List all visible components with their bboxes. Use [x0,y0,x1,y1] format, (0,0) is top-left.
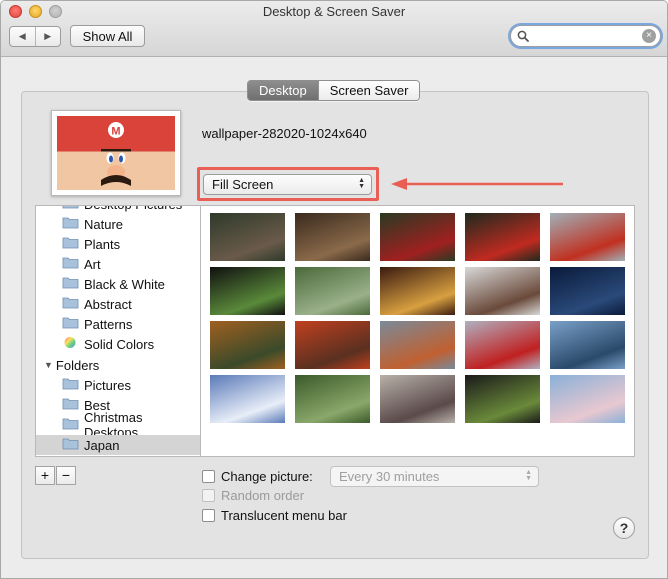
random-order-label: Random order [221,487,305,503]
clear-search-icon[interactable]: × [642,29,656,43]
forward-button[interactable]: ▶ [34,27,61,46]
translucent-menu-bar-label: Translucent menu bar [221,507,347,523]
wallpaper-thumbnail[interactable] [380,267,455,315]
sidebar-item-abstract[interactable]: Abstract [36,294,200,314]
forward-arrow-icon: ▶ [44,31,52,41]
sidebar-item-label: Desktop Pictures [84,206,182,212]
wallpaper-thumbnail[interactable] [550,267,625,315]
help-button[interactable]: ? [613,517,635,539]
wallpaper-preview-image: M [57,116,175,190]
folder-icon [62,206,79,212]
sidebar-item-solid-colors[interactable]: Solid Colors [36,334,200,354]
sidebar-item-pictures[interactable]: Pictures [36,375,200,395]
interval-popup[interactable]: Every 30 minutes ▲ ▼ [330,466,539,487]
color-wheel-icon [62,336,79,352]
wallpaper-thumbnail[interactable] [465,213,540,261]
sidebar-item-japan[interactable]: Japan [36,435,200,455]
sidebar-header-folders: ▼ Folders [36,355,200,375]
title-bar: Desktop & Screen Saver ◀ ▶ Show All × [1,1,667,57]
popup-arrows-icon: ▲ ▼ [358,177,365,190]
search-field[interactable]: × [510,25,661,47]
sidebar-item-nature[interactable]: Nature [36,214,200,234]
search-input[interactable] [533,28,638,44]
folder-icon [62,316,79,332]
sidebar-item-label: Black & White [84,276,165,292]
sidebar-item-label: Art [84,256,101,272]
random-order-checkbox[interactable] [202,488,215,502]
wallpaper-thumbnail[interactable] [210,267,285,315]
interval-arrows-icon: ▲ ▼ [525,469,532,482]
wallpaper-name: wallpaper-282020-1024x640 [202,126,367,141]
wallpaper-thumbnail[interactable] [210,213,285,261]
sidebar-item-desktop-pictures[interactable]: Desktop Pictures [36,206,200,214]
disclosure-triangle-icon[interactable]: ▼ [44,360,53,370]
source-list: Desktop Pictures Nature Plants Art Black & W… [35,205,201,457]
sidebar-item-label: Abstract [84,296,132,312]
add-folder-button[interactable]: + [35,466,55,485]
change-picture-row: Change picture: [202,467,313,485]
wallpaper-thumbnail[interactable] [380,375,455,423]
wallpaper-thumbnail[interactable] [550,321,625,369]
sidebar-item-label: Nature [84,216,124,232]
wallpaper-thumbnail[interactable] [295,321,370,369]
search-icon [517,30,529,42]
folder-icon [62,256,79,272]
remove-folder-button[interactable]: − [56,466,76,485]
wallpaper-thumbnail[interactable] [465,267,540,315]
wallpaper-thumbnail[interactable] [380,213,455,261]
wallpaper-preview: M [51,110,181,196]
fill-mode-value: Fill Screen [212,177,274,192]
folder-icon [62,236,79,252]
sidebar-item-art[interactable]: Art [36,254,200,274]
wallpaper-thumbnail[interactable] [465,321,540,369]
wallpaper-thumbnail[interactable] [550,213,625,261]
sidebar-item-label: Folders [55,357,100,373]
back-forward-group: ◀ ▶ [9,26,61,47]
wallpaper-thumbnail[interactable] [465,375,540,423]
sidebar-item-christmas-desktops[interactable]: Christmas Desktops [36,410,200,440]
sidebar-item-black-white[interactable]: Black & White [36,274,200,294]
sidebar-item-label: Japan [84,437,120,453]
fill-mode-popup[interactable]: Fill Screen ▲ ▼ [203,174,372,195]
change-picture-label: Change picture: [221,468,313,484]
folder-icon [62,417,79,433]
sidebar-item-label: Pictures [84,377,131,393]
tab-desktop[interactable]: Desktop [248,81,318,100]
back-arrow-icon: ◀ [18,31,26,41]
window-title: Desktop & Screen Saver [262,4,406,19]
translucent-menu-bar-row: Translucent menu bar [202,506,347,524]
folder-icon [62,296,79,312]
wallpaper-thumbnail[interactable] [295,213,370,261]
folder-icon [62,216,79,232]
wallpaper-thumbnail[interactable] [295,267,370,315]
wallpaper-grid [201,205,635,457]
preferences-window: Desktop & Screen Saver ◀ ▶ Show All × De… [0,0,668,579]
wallpaper-thumbnail[interactable] [550,375,625,423]
sidebar-item-label: Plants [84,236,121,252]
wallpaper-thumbnail[interactable] [210,321,285,369]
sidebar-item-plants[interactable]: Plants [36,234,200,254]
translucent-menu-bar-checkbox[interactable] [202,508,215,522]
pictures-folder-icon [62,377,79,393]
folder-icon [62,276,79,292]
change-picture-checkbox[interactable] [202,469,215,483]
mario-face-image: M [101,122,131,186]
back-button[interactable]: ◀ [10,27,35,46]
random-order-row: Random order [202,486,304,504]
interval-value: Every 30 minutes [339,469,440,484]
sidebar-item-label: Patterns [84,316,133,332]
folder-icon [62,437,79,453]
wallpaper-thumbnail[interactable] [295,375,370,423]
svg-text:M: M [111,126,120,138]
wallpaper-thumbnail[interactable] [210,375,285,423]
tab-screen-saver[interactable]: Screen Saver [317,81,420,100]
tab-control: Desktop Screen Saver [247,80,421,101]
sidebar-item-patterns[interactable]: Patterns [36,314,200,334]
sidebar-item-label: Solid Colors [84,336,155,352]
wallpaper-thumbnail[interactable] [380,321,455,369]
folder-icon [62,397,79,413]
show-all-button[interactable]: Show All [70,25,145,47]
red-pointer-arrow-icon [391,178,563,190]
